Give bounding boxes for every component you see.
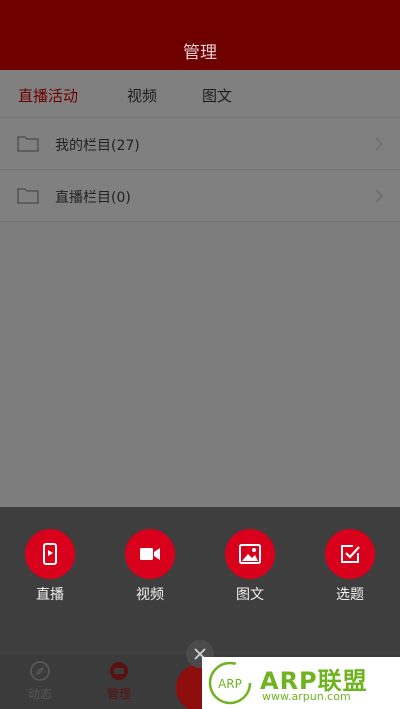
chevron-right-icon (375, 189, 383, 203)
video-camera-icon (140, 548, 160, 560)
arp-logo-icon: ARP (208, 661, 252, 705)
watermark-url: www.arpun.com (262, 690, 351, 703)
action-circle (225, 529, 275, 579)
app-header: 管理 (0, 0, 400, 70)
page-title: 管理 (183, 43, 217, 63)
manage-icon (110, 662, 128, 680)
action-live-button[interactable]: 直播 (15, 529, 85, 604)
action-video-button[interactable]: 视频 (115, 529, 185, 604)
action-graphic-button[interactable]: 图文 (215, 529, 285, 604)
list-item-my-columns[interactable]: 我的栏目(27) (0, 118, 400, 170)
action-label: 图文 (236, 587, 264, 603)
action-circle (125, 529, 175, 579)
chevron-right-icon (375, 137, 383, 151)
folder-icon (17, 136, 39, 152)
phone-live-icon (43, 543, 57, 565)
watermark-badge: ARP (218, 677, 242, 691)
action-topic-button[interactable]: 选题 (315, 529, 385, 604)
nav-item-manage[interactable]: 管理 (94, 659, 144, 702)
tab-graphic[interactable]: 图文 (202, 85, 232, 106)
column-list: 我的栏目(27) 直播栏目(0) (0, 118, 400, 222)
tab-bar: 直播活动 视频 图文 (0, 70, 400, 118)
list-item-live-columns[interactable]: 直播栏目(0) (0, 170, 400, 222)
nav-label: 动态 (27, 687, 52, 701)
publish-action-sheet: 直播 视频 图文 选题 (0, 507, 400, 655)
watermark: ARP ARP联盟 www.arpun.com (202, 657, 400, 709)
nav-label: 管理 (106, 687, 131, 701)
action-label: 选题 (336, 587, 364, 603)
tab-live-activity[interactable]: 直播活动 (18, 85, 78, 106)
checkbox-icon (341, 545, 360, 563)
list-item-label: 我的栏目(27) (55, 138, 140, 154)
nav-item-dynamics[interactable]: 动态 (15, 659, 65, 702)
list-item-label: 直播栏目(0) (55, 190, 131, 206)
action-circle (25, 529, 75, 579)
folder-icon (17, 188, 39, 204)
action-circle (325, 529, 375, 579)
action-label: 视频 (136, 587, 164, 603)
tab-video[interactable]: 视频 (127, 85, 157, 106)
compass-icon (30, 661, 50, 681)
action-label: 直播 (36, 587, 64, 603)
image-icon (239, 544, 261, 564)
